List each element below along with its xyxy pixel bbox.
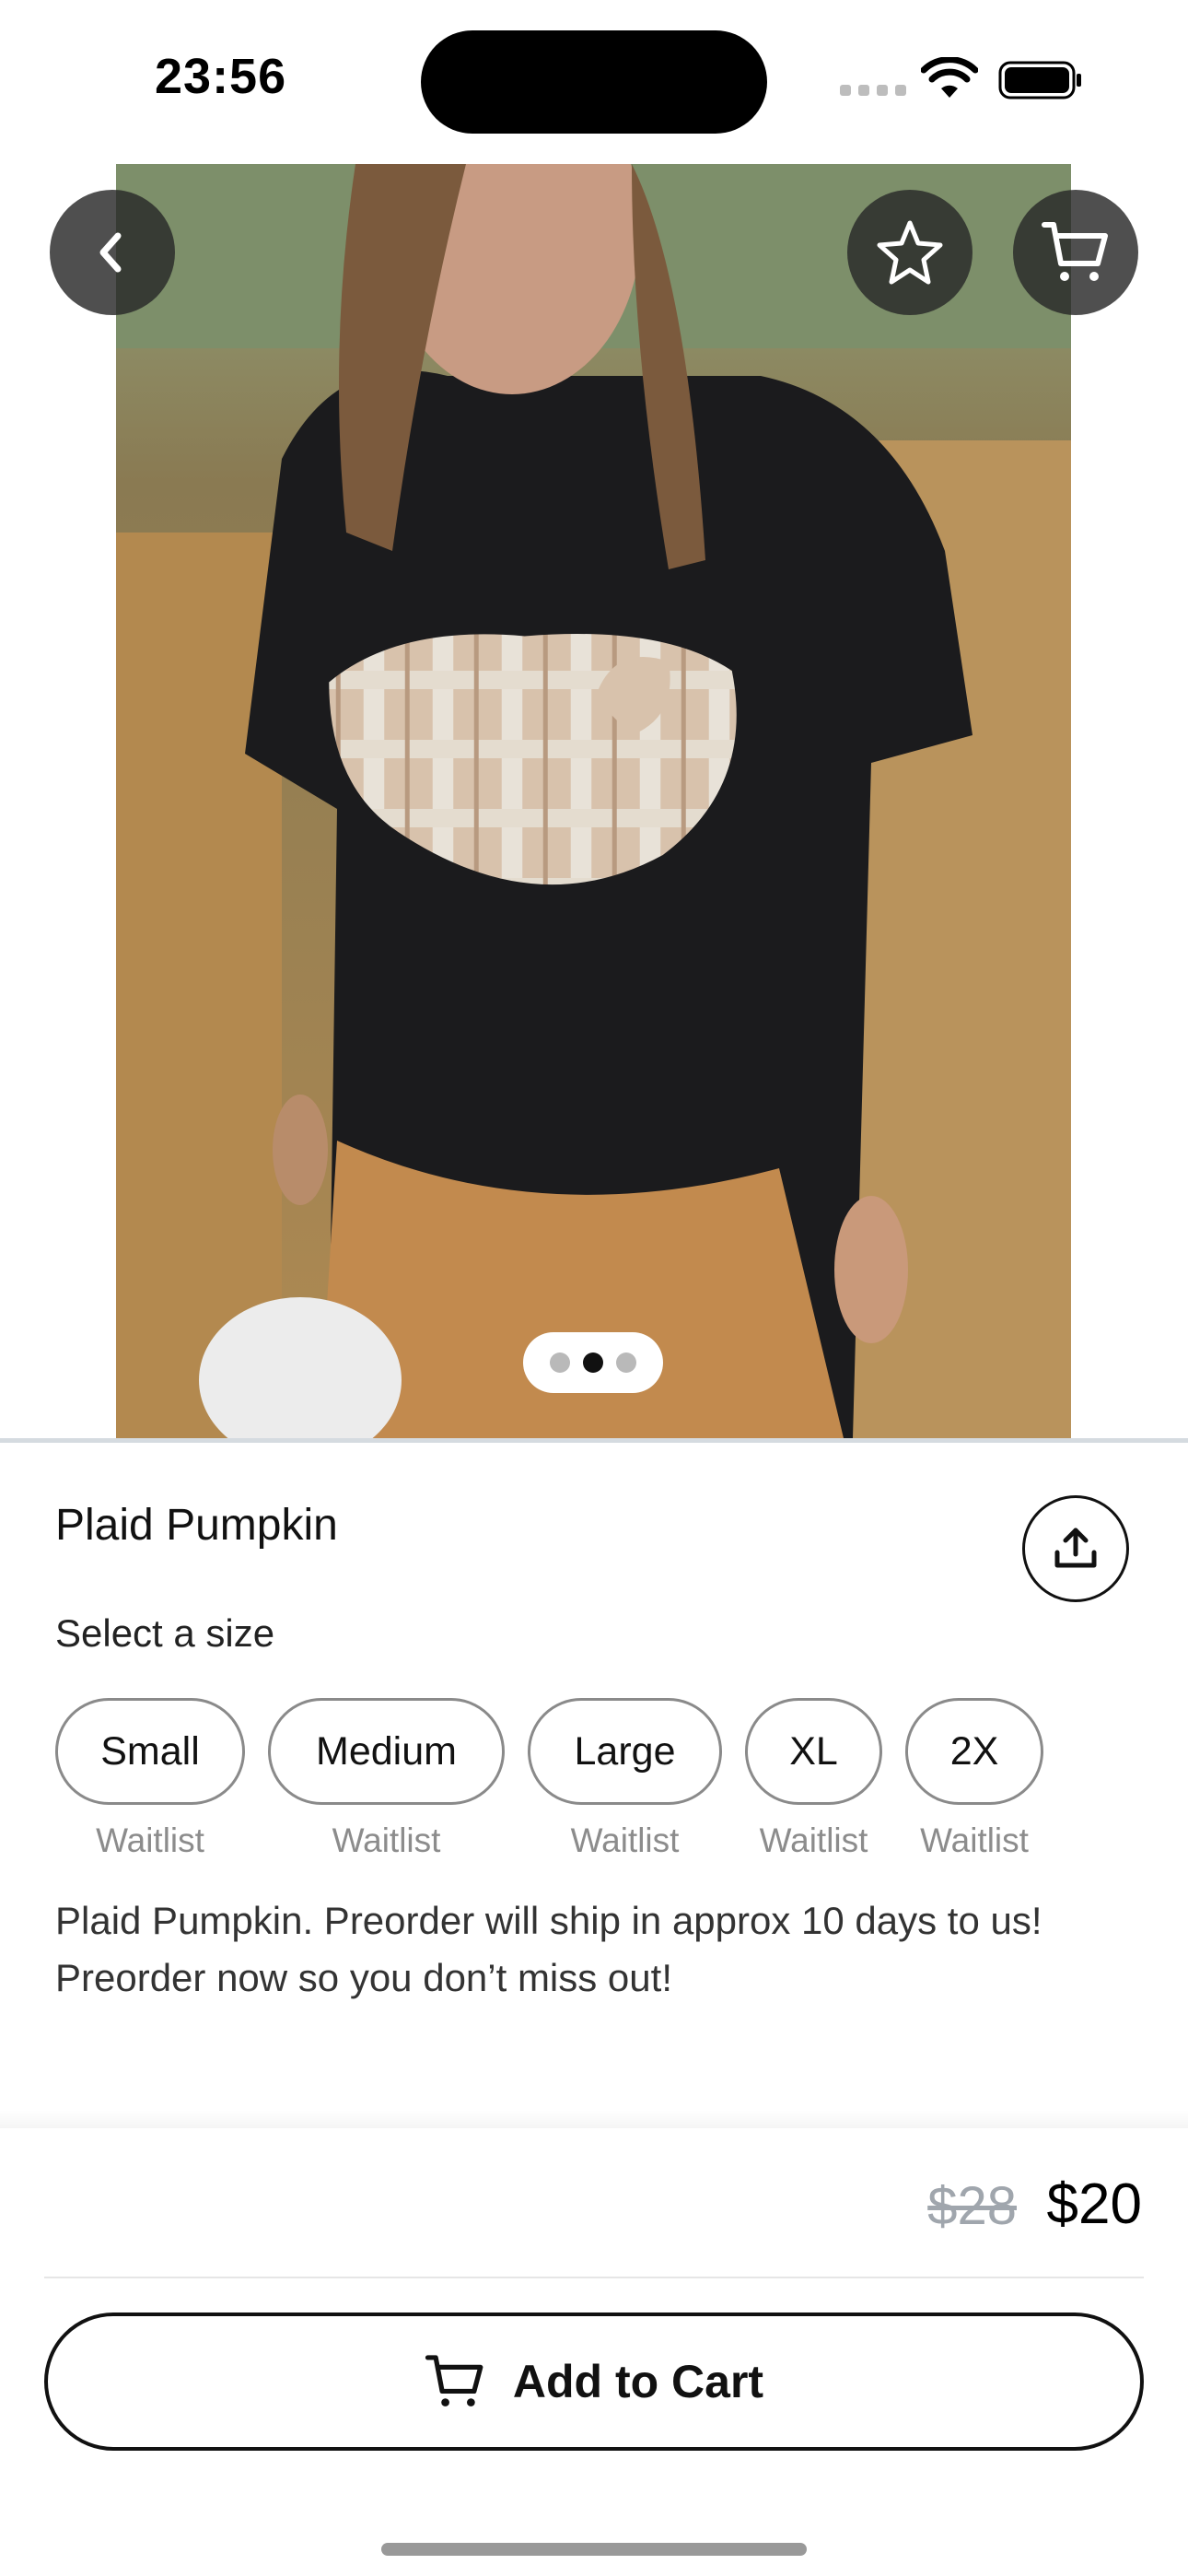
size-option-xl[interactable]: XL: [745, 1698, 882, 1805]
add-to-cart-label: Add to Cart: [512, 2356, 764, 2407]
cart-icon: [425, 2355, 483, 2406]
wifi-icon: [921, 57, 978, 98]
footer-shadow: [0, 2110, 1188, 2128]
battery-icon: [998, 61, 1081, 100]
home-indicator[interactable]: [381, 2543, 807, 2556]
chevron-left-icon: [99, 232, 122, 273]
size-option-large[interactable]: Large: [528, 1698, 722, 1805]
image-divider: [0, 1438, 1188, 1443]
footer-divider: [44, 2277, 1144, 2278]
back-button[interactable]: [50, 190, 175, 315]
add-to-cart-button[interactable]: Add to Cart: [44, 2313, 1144, 2451]
product-description: Plaid Pumpkin. Preorder will ship in app…: [55, 1899, 1042, 1999]
star-icon: [877, 220, 943, 285]
size-status: Waitlist: [920, 1821, 1029, 1859]
image-pager[interactable]: [523, 1332, 663, 1393]
cart-icon: [1042, 222, 1108, 281]
cellular-signal-icon: [840, 85, 906, 96]
pager-dot[interactable]: [616, 1352, 636, 1373]
cart-button[interactable]: [1013, 190, 1138, 315]
favorite-button[interactable]: [847, 190, 973, 315]
status-time: 23:56: [155, 49, 287, 104]
pager-dot[interactable]: [550, 1352, 570, 1373]
size-status: Waitlist: [570, 1821, 680, 1859]
sale-price: $20: [1046, 2172, 1142, 2236]
original-price: $28: [927, 2176, 1017, 2236]
size-status: Waitlist: [332, 1821, 441, 1859]
pager-dot-active[interactable]: [583, 1352, 603, 1373]
product-image[interactable]: [116, 164, 1071, 1438]
share-button[interactable]: [1022, 1495, 1129, 1602]
size-option-medium[interactable]: Medium: [268, 1698, 505, 1805]
size-option-2x[interactable]: 2X: [905, 1698, 1043, 1805]
select-size-label: Select a size: [55, 1611, 275, 1655]
size-option-small[interactable]: Small: [55, 1698, 245, 1805]
size-status: Waitlist: [759, 1821, 868, 1859]
size-status: Waitlist: [96, 1821, 204, 1859]
share-icon: [1054, 1528, 1097, 1568]
dynamic-island: [421, 30, 767, 134]
product-title: Plaid Pumpkin: [55, 1501, 338, 1550]
